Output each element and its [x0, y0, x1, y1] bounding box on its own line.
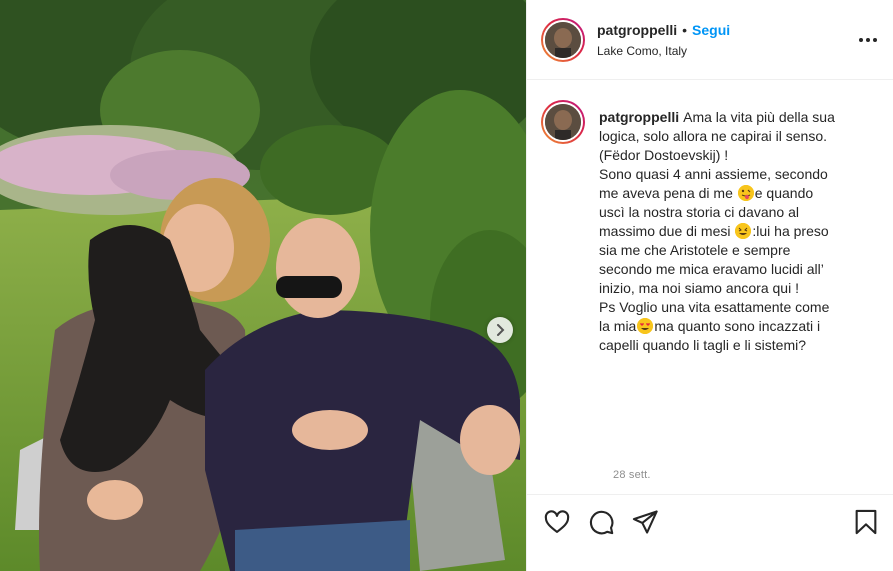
like-button[interactable] [543, 508, 571, 536]
caption-line: secondo me mica eravamo lucidi all’ [599, 261, 824, 277]
caption-line: la mia [599, 318, 637, 334]
heart-eyes-emoji [637, 318, 654, 334]
post-photo-image [0, 0, 526, 571]
share-button[interactable] [631, 508, 659, 536]
caption-line: Ama la vita più della sua [683, 109, 835, 125]
caption-line: e quando [754, 185, 814, 201]
avatar-image [545, 22, 581, 58]
separator-dot: • [682, 22, 688, 38]
caption-line: capelli quando li tagli e li sistemi? [599, 337, 806, 353]
carousel-next-button[interactable] [487, 317, 513, 343]
caption-line: uscì la nostra storia ci davano al [599, 204, 799, 220]
caption: patgroppelli Ama la vita più della sua lo… [541, 100, 886, 492]
send-icon [632, 510, 658, 534]
avatar-image [545, 104, 581, 140]
post-timestamp[interactable]: 28 sett. [613, 469, 651, 481]
save-button[interactable] [852, 508, 880, 536]
header-username[interactable]: patgroppelli [597, 22, 677, 38]
caption-line: inizio, ma noi siamo ancora qui ! [599, 280, 799, 296]
avatar[interactable] [541, 18, 585, 62]
post-header: patgroppelli • Segui Lake Como, Italy [527, 0, 893, 80]
heart-icon [544, 510, 570, 533]
caption-line: sia me che Aristotele e sempre [599, 242, 791, 258]
caption-line: :lui ha preso [752, 223, 829, 239]
chevron-right-icon [497, 324, 505, 336]
follow-button[interactable]: Segui [692, 22, 730, 38]
action-bar [527, 494, 893, 571]
caption-line: (Fëdor Dostoevskij) ! [599, 147, 729, 163]
header-user-line: patgroppelli • Segui [597, 22, 730, 38]
location-link[interactable]: Lake Como, Italy [597, 44, 687, 58]
caption-line: Ps Voglio una vita esattamente come [599, 299, 830, 315]
caption-avatar[interactable] [541, 100, 585, 144]
comment-icon [589, 510, 614, 535]
post-photo[interactable] [0, 0, 526, 571]
caption-line: me aveva pena di me [599, 185, 733, 201]
caption-line: massimo due di mesi [599, 223, 731, 239]
rolling-laughing-emoji [735, 223, 752, 239]
post-side-panel: patgroppelli • Segui Lake Como, Italy pa… [526, 0, 893, 571]
more-options-icon[interactable] [857, 30, 879, 50]
caption-line: logica, solo allora ne capirai il senso. [599, 128, 828, 144]
caption-line: Sono quasi 4 anni assieme, secondo [599, 166, 828, 182]
caption-username[interactable]: patgroppelli [599, 109, 679, 125]
caption-line: ma quanto sono incazzati i [654, 318, 821, 334]
comment-button[interactable] [587, 508, 615, 536]
face-with-tongue-emoji [737, 185, 754, 201]
bookmark-icon [855, 509, 877, 535]
caption-text: patgroppelli Ama la vita più della sua lo… [599, 108, 879, 355]
